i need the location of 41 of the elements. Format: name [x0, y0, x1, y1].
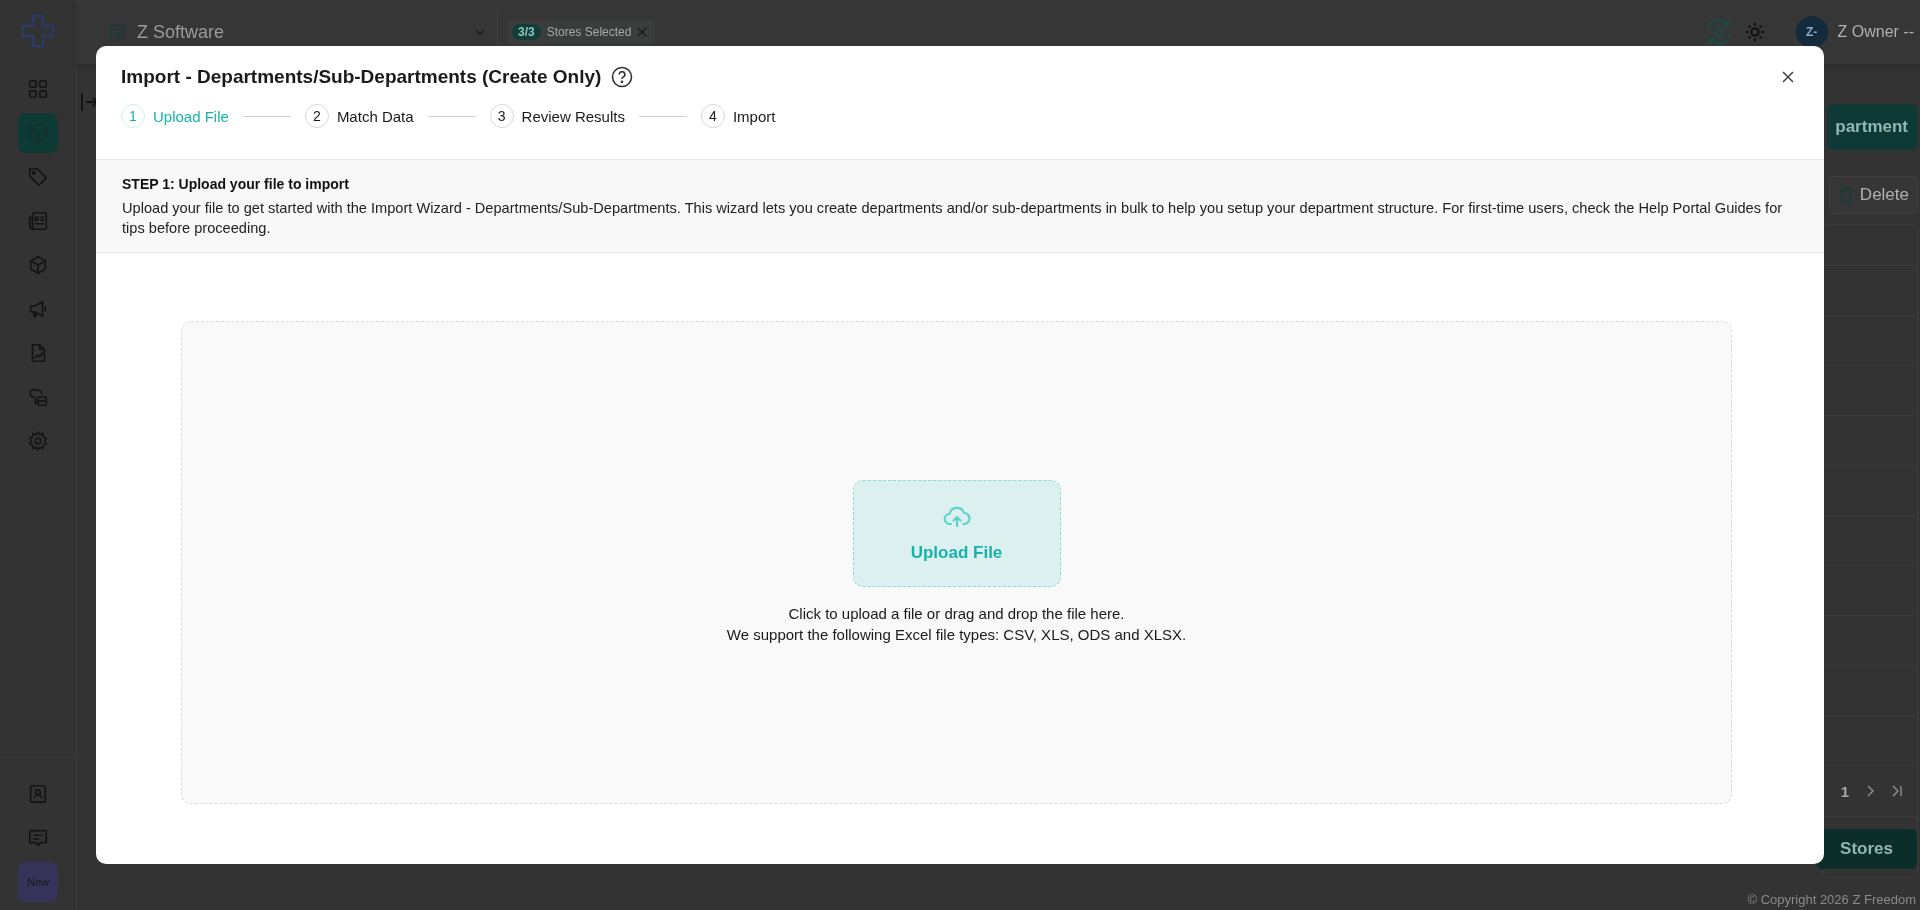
dialog-title: Import - Departments/Sub-Departments (Create Only) [121, 66, 602, 88]
contact-card-icon [27, 783, 49, 805]
logo-icon [20, 13, 56, 49]
close-icon [1782, 71, 1794, 83]
user-avatar[interactable]: Z- [1795, 16, 1828, 48]
last-page-icon[interactable] [1891, 785, 1903, 797]
collapse-icon[interactable] [81, 92, 99, 112]
step-description: Upload your file to get started with the Import Wizard - Departments/Sub-Departments. This wizard lets you create departments and/or sub-departments in bulk to help you setup your department structure. For first-time users, check the Help Portal Guides for tips before proceeding. [122, 199, 1784, 238]
delete-button[interactable]: Delete [1828, 176, 1918, 214]
megaphone-icon [27, 298, 49, 320]
cloud-upload-icon [942, 504, 971, 529]
stores-chip[interactable]: 3/3 Stores Selected [508, 20, 656, 44]
chat-icon [27, 827, 49, 849]
wizard-step[interactable]: 3 Review Results [489, 104, 625, 128]
upload-hint: Click to upload a file or drag and drop the file here. [787, 604, 1126, 624]
tag-icon [27, 166, 49, 188]
chevron-right-icon[interactable] [1865, 785, 1875, 797]
newspaper-icon [27, 210, 49, 232]
close-icon[interactable] [637, 27, 648, 37]
trash-icon [1837, 186, 1854, 204]
help-icon[interactable] [611, 66, 634, 88]
wizard-step[interactable]: 4 Import [700, 104, 776, 128]
cube-icon [27, 254, 49, 276]
user-name[interactable]: Z Owner -- [1837, 23, 1914, 41]
page-number: 1 [1840, 782, 1849, 800]
copyright-text: © Copyright 2026 Z Freedom [1747, 891, 1916, 907]
sun-icon[interactable] [1743, 21, 1766, 43]
settings-icon [27, 430, 49, 452]
stores-count: 3/3 [512, 24, 541, 40]
add-department-button[interactable]: partment [1827, 104, 1918, 150]
drop-zone[interactable]: Upload File Click to upload a file or drag and drop the file here. We support the following Excel file types: CSV, XLS, ODS and XLSX. [181, 321, 1732, 804]
grid-icon [27, 78, 49, 100]
stores-label: Stores Selected [546, 25, 632, 39]
wizard-step[interactable]: 2 Match Data [304, 104, 414, 128]
sidebar-item[interactable] [18, 113, 58, 153]
upload-hint: We support the following Excel file types: CSV, XLS, ODS and XLSX. [726, 625, 1187, 645]
business-name: Z Software [137, 21, 225, 43]
step-heading: STEP 1: Upload your file to import [122, 176, 350, 192]
cloud-database-icon [27, 386, 49, 408]
store-icon [107, 22, 127, 42]
stores-button[interactable]: Stores [1816, 829, 1917, 869]
